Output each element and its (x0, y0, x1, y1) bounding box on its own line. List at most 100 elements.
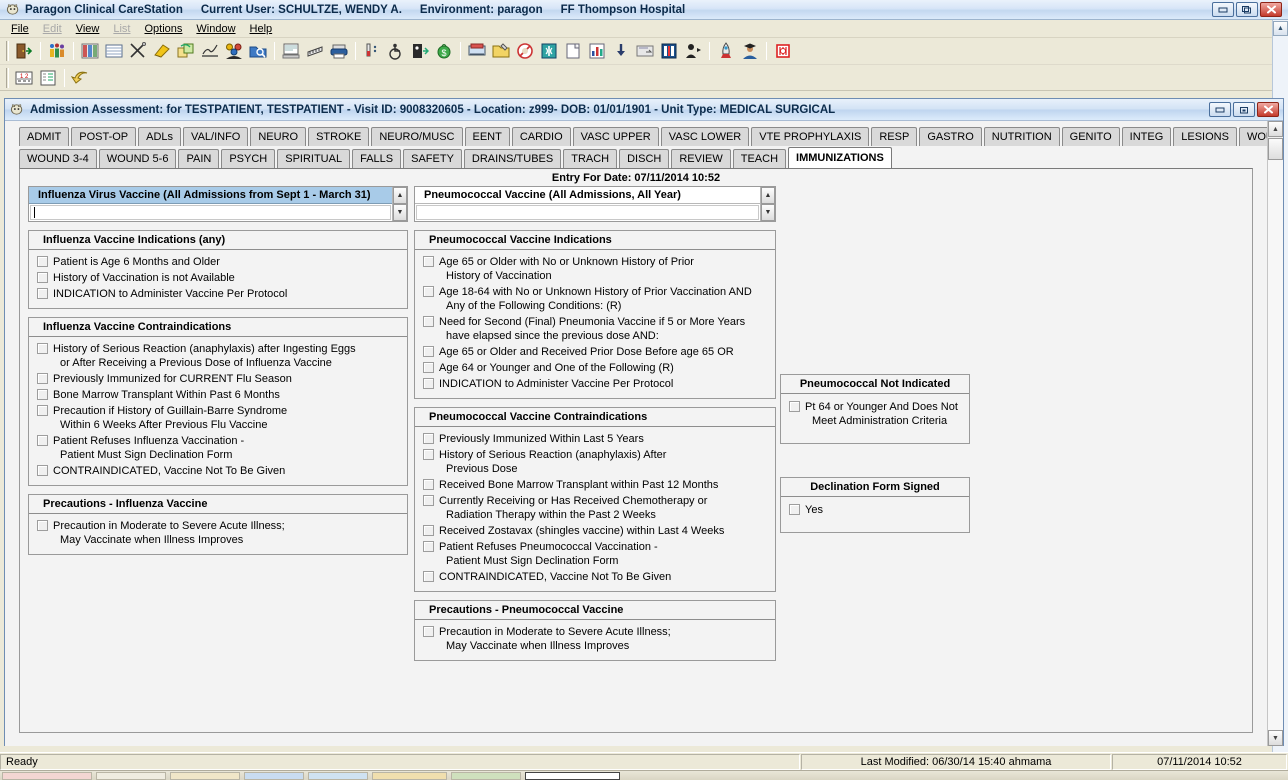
checkbox-row[interactable]: Need for Second (Final) Pneumonia Vaccin… (415, 314, 775, 344)
tab-nutrition[interactable]: NUTRITION (983, 127, 1060, 146)
rocket-icon[interactable] (715, 40, 737, 62)
menu-file[interactable]: File (4, 22, 36, 36)
medical-caduceus-icon[interactable] (538, 40, 560, 62)
contact-icon[interactable] (682, 40, 704, 62)
checkbox-row[interactable]: Yes (781, 502, 969, 518)
document-scroll-track[interactable] (1268, 160, 1283, 730)
tab-teach[interactable]: TEACH (732, 149, 787, 168)
tab-trach[interactable]: TRACH (563, 149, 618, 168)
tab-stroke[interactable]: STROKE (308, 127, 370, 146)
wheelchair-icon[interactable] (385, 40, 407, 62)
scan-icon[interactable] (466, 40, 488, 62)
checkbox[interactable] (37, 520, 48, 531)
tab-psych[interactable]: PSYCH (221, 149, 276, 168)
chart-bar-icon[interactable] (586, 40, 608, 62)
checkbox[interactable] (423, 362, 434, 373)
checkbox-row[interactable]: Age 65 or Older with No or Unknown Histo… (415, 254, 775, 284)
tab-wound-5-6[interactable]: WOUND 5-6 (98, 149, 177, 168)
billing-icon[interactable]: $ (433, 40, 455, 62)
tab-pain[interactable]: PAIN (178, 149, 220, 168)
document-scroll-thumb[interactable] (1268, 138, 1283, 160)
checkbox-row[interactable]: Precaution in Moderate to Severe Acute I… (29, 518, 407, 548)
document-scroll-up-button[interactable]: ▲ (1268, 121, 1283, 137)
checkbox-row[interactable]: CONTRAINDICATED, Vaccine Not To Be Given (29, 463, 407, 479)
back-arrow-icon[interactable] (70, 67, 92, 89)
tab-wound-1-2[interactable]: WOUND 1-2 (1238, 127, 1267, 146)
document-vertical-scrollbar[interactable]: ▲ ▼ (1267, 121, 1283, 746)
vitals-icon[interactable] (361, 40, 383, 62)
screen-icon[interactable] (634, 40, 656, 62)
table-list-icon[interactable] (103, 40, 125, 62)
checkbox-row[interactable]: Previously Immunized Within Last 5 Years (415, 431, 775, 447)
numbers-icon[interactable]: 12 (13, 67, 35, 89)
tab-integ[interactable]: INTEG (1121, 127, 1172, 146)
checkbox[interactable] (423, 495, 434, 506)
tab-post-op[interactable]: POST-OP (71, 127, 137, 146)
checkbox-row[interactable]: CONTRAINDICATED, Vaccine Not To Be Given (415, 569, 775, 585)
menu-window[interactable]: Window (189, 22, 242, 36)
checkbox[interactable] (423, 626, 434, 637)
taskbar-item[interactable] (451, 771, 521, 780)
checkbox-row[interactable]: Received Zostavax (shingles vaccine) wit… (415, 523, 775, 539)
checkbox[interactable] (423, 256, 434, 267)
exit-door-icon[interactable] (13, 40, 35, 62)
tab-genito[interactable]: GENITO (1061, 127, 1120, 146)
tab-vasc-lower[interactable]: VASC LOWER (660, 127, 750, 146)
influenza-selector-scrollbar[interactable]: ▲ ▼ (392, 187, 407, 221)
taskbar-item-active[interactable] (525, 771, 620, 780)
document-scroll-down-button[interactable]: ▼ (1268, 730, 1283, 746)
tab-neuro[interactable]: NEURO (250, 127, 307, 146)
orders-pen-icon[interactable] (127, 40, 149, 62)
checkbox[interactable] (423, 449, 434, 460)
checkbox-row[interactable]: Patient Refuses Influenza Vaccination - … (29, 433, 407, 463)
influenza-scroll-down-button[interactable]: ▼ (393, 204, 407, 221)
tab-disch[interactable]: DISCH (619, 149, 670, 168)
pneumococcal-selector-input[interactable] (416, 205, 759, 220)
taskbar-item[interactable] (2, 771, 92, 780)
taskbar-item[interactable] (170, 771, 240, 780)
checkbox[interactable] (423, 571, 434, 582)
checkbox[interactable] (423, 479, 434, 490)
checkbox-row[interactable]: Currently Receiving or Has Received Chem… (415, 493, 775, 523)
pneumococcal-scroll-down-button[interactable]: ▼ (761, 204, 775, 221)
checkbox-row[interactable]: History of Serious Reaction (anaphylaxis… (415, 447, 775, 477)
education-icon[interactable] (739, 40, 761, 62)
tab-vte-prophylaxis[interactable]: VTE PROPHYLAXIS (751, 127, 870, 146)
people-group-icon[interactable] (46, 40, 68, 62)
checkbox[interactable] (423, 541, 434, 552)
tab-admit[interactable]: ADMIT (19, 127, 70, 146)
allergy-icon[interactable] (514, 40, 536, 62)
taskbar-item[interactable] (244, 771, 304, 780)
notes-folder-icon[interactable] (490, 40, 512, 62)
tab-immunizations[interactable]: IMMUNIZATIONS (788, 147, 892, 168)
tab-wound-3-4[interactable]: WOUND 3-4 (19, 149, 97, 168)
influenza-selector-input[interactable] (30, 205, 391, 220)
folder-search-icon[interactable] (247, 40, 269, 62)
flowsheet-icon[interactable] (658, 40, 680, 62)
checkbox-row[interactable]: Bone Marrow Transplant Within Past 6 Mon… (29, 387, 407, 403)
tab-eent[interactable]: EENT (464, 127, 510, 146)
checkbox[interactable] (423, 378, 434, 389)
tab-safety[interactable]: SAFETY (403, 149, 462, 168)
discharge-icon[interactable] (409, 40, 431, 62)
checkbox[interactable] (37, 435, 48, 446)
checkbox[interactable] (423, 286, 434, 297)
checkbox[interactable] (423, 316, 434, 327)
tab-spiritual[interactable]: SPIRITUAL (277, 149, 351, 168)
tab-vasc-upper[interactable]: VASC UPPER (572, 127, 659, 146)
document-minimize-button[interactable] (1209, 102, 1231, 117)
checkbox[interactable] (37, 373, 48, 384)
minimize-button[interactable] (1212, 2, 1234, 17)
checkbox[interactable] (37, 389, 48, 400)
toolbar-grip-1[interactable] (6, 41, 9, 61)
download-icon[interactable] (610, 40, 632, 62)
pneumococcal-vaccine-selector[interactable]: Pneumococcal Vaccine (All Admissions, Al… (414, 186, 776, 222)
checkbox-row[interactable]: Previously Immunized for CURRENT Flu Sea… (29, 371, 407, 387)
checkbox[interactable] (423, 346, 434, 357)
tab-resp[interactable]: RESP (871, 127, 918, 146)
checkbox-row[interactable]: INDICATION to Administer Vaccine Per Pro… (29, 286, 407, 302)
checkbox[interactable] (37, 272, 48, 283)
printer-icon[interactable] (328, 40, 350, 62)
tab-adls[interactable]: ADLs (138, 127, 182, 146)
family-icon[interactable] (223, 40, 245, 62)
